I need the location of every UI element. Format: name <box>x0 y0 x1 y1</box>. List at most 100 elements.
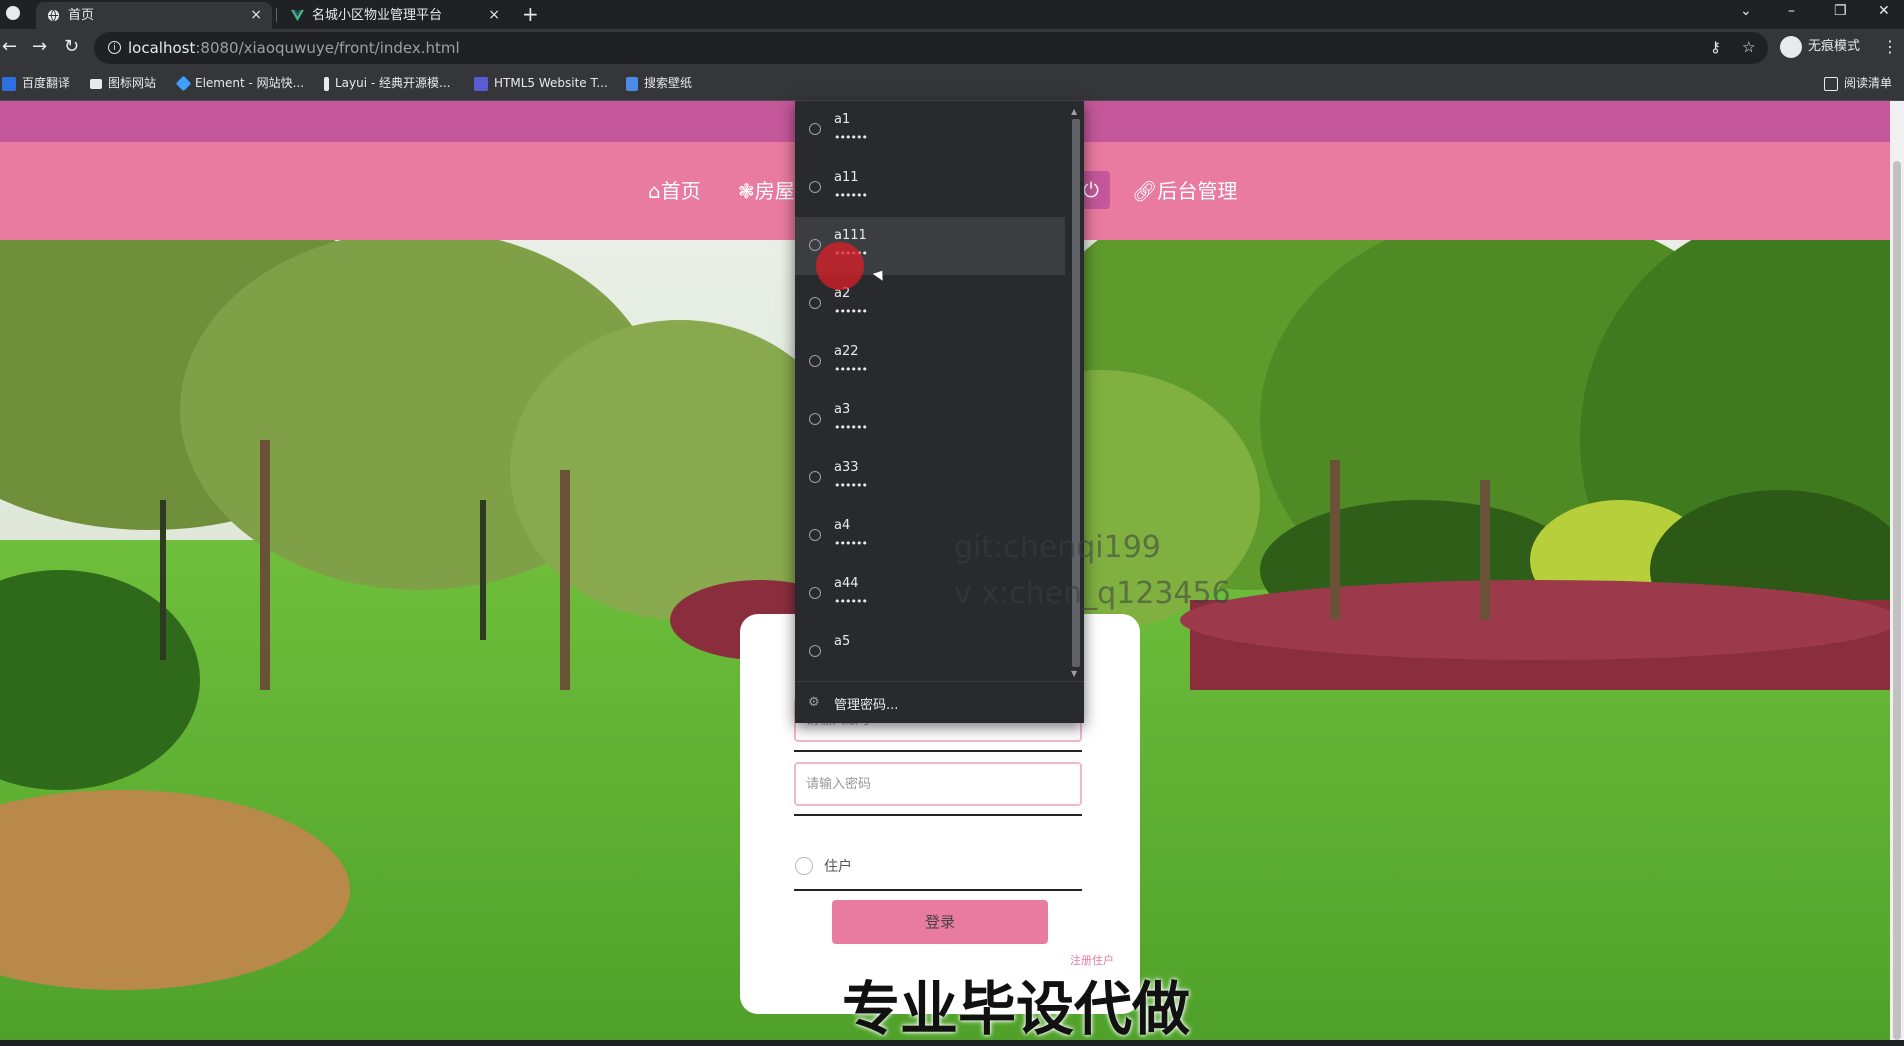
restore-button[interactable]: ❐ <box>1834 0 1847 22</box>
credential-item[interactable]: a11 •••••• <box>795 159 1065 217</box>
role-label[interactable]: 住户 <box>824 856 852 876</box>
tab-search-icon[interactable]: ⌄ <box>1740 0 1752 22</box>
watermark-line-2: v x:chen_q123456 <box>954 576 1231 611</box>
globe-icon <box>809 239 821 251</box>
credential-item[interactable]: a22 •••••• <box>795 333 1065 391</box>
flag-icon <box>90 78 102 89</box>
tab-close-button[interactable]: × <box>250 2 262 29</box>
click-indicator <box>816 242 864 290</box>
bookmark-layui[interactable]: Layui - 经典开源模... <box>324 67 450 100</box>
scroll-up-icon[interactable]: ▲ <box>1071 107 1077 116</box>
bookmark-icon-site[interactable]: 图标网站 <box>90 67 156 100</box>
password-autofill-dropdown: a1•••••• a11•••••• a111•••••• a2•••••• a… <box>795 101 1084 723</box>
globe-icon <box>809 297 821 309</box>
tab-strip: 首页 × 名城小区物业管理平台 × + ⌄ – ❐ ✕ <box>0 0 1904 29</box>
nav-item-house[interactable]: ❃房屋 <box>738 142 795 240</box>
gear-icon: ⚙ <box>808 695 820 710</box>
tab-title: 名城小区物业管理平台 <box>312 8 443 23</box>
credential-username: a4 <box>834 518 851 533</box>
element-logo-icon <box>175 75 192 92</box>
account-underline <box>794 750 1082 752</box>
back-button[interactable]: ← <box>2 37 17 57</box>
credential-username: a33 <box>834 460 859 475</box>
chrome-menu-button[interactable]: ⋮ <box>1882 37 1898 57</box>
tab-platform[interactable]: 名城小区物业管理平台 × <box>280 2 510 29</box>
home-icon: ⌂ <box>648 179 661 203</box>
globe-icon <box>809 181 821 193</box>
tab-divider <box>276 8 277 22</box>
html5-site-icon <box>474 76 488 91</box>
nav-item-admin[interactable]: 🔗︎后台管理 <box>1132 142 1237 240</box>
credential-password: •••••• <box>834 537 868 550</box>
reading-list-button[interactable]: 阅读清单 <box>1824 67 1892 100</box>
credential-username: a111 <box>834 228 867 243</box>
bookmark-element[interactable]: Element - 网站快... <box>175 67 304 100</box>
bookmarks-bar: 百度翻译 图标网站 Element - 网站快... Layui - 经典开源模… <box>0 67 1904 101</box>
credential-password: •••••• <box>834 189 868 202</box>
credential-item[interactable]: a1 •••••• <box>795 101 1065 159</box>
credential-password: •••••• <box>834 305 868 318</box>
tab-title: 首页 <box>68 8 95 23</box>
credential-username: a44 <box>834 576 859 591</box>
close-window-button[interactable]: ✕ <box>1878 0 1890 22</box>
bookmark-baidu-translate[interactable]: 百度翻译 <box>2 67 70 100</box>
credential-password: •••••• <box>834 421 868 434</box>
new-tab-button[interactable]: + <box>522 2 539 26</box>
incognito-indicator[interactable]: 无痕模式 <box>1780 34 1860 60</box>
page-scrollbar[interactable] <box>1890 101 1904 1040</box>
credential-username: a22 <box>834 344 859 359</box>
globe-icon <box>809 413 821 425</box>
link-icon: 🔗︎ <box>1132 179 1158 203</box>
nav-item-home[interactable]: ⌂首页 <box>648 142 701 240</box>
translate-icon <box>2 76 16 91</box>
credential-username: a1 <box>834 112 851 127</box>
tab-close-button[interactable]: × <box>488 2 500 29</box>
manage-passwords-item[interactable]: ⚙ 管理密码... <box>795 681 1084 724</box>
globe-icon <box>809 355 821 367</box>
bookmark-wallpaper[interactable]: 搜索壁纸 <box>626 67 692 100</box>
star-icon[interactable]: ☆ <box>1742 38 1755 56</box>
reading-list-icon <box>1824 76 1838 91</box>
manage-passwords-label: 管理密码... <box>834 698 899 713</box>
incognito-icon <box>1780 35 1802 58</box>
globe-icon <box>809 471 821 483</box>
credential-username: a11 <box>834 170 859 185</box>
browser-toolbar: ← → ↻ i localhost:8080/xiaoquwuye/front/… <box>0 29 1904 67</box>
browser-menu-icon[interactable] <box>6 6 20 20</box>
globe-icon <box>809 123 821 135</box>
key-icon[interactable]: ⚷ <box>1710 38 1721 56</box>
globe-icon <box>47 9 60 22</box>
credential-password: •••••• <box>834 363 868 376</box>
url-text[interactable]: localhost:8080/xiaoquwuye/front/index.ht… <box>128 32 460 64</box>
password-input[interactable] <box>796 764 1080 804</box>
power-icon: ⏻ <box>1083 178 1099 202</box>
credential-username: a3 <box>834 402 851 417</box>
tab-home[interactable]: 首页 × <box>36 2 272 29</box>
layui-logo-icon <box>324 76 329 91</box>
address-bar[interactable]: i localhost:8080/xiaoquwuye/front/index.… <box>94 32 1768 64</box>
credential-item[interactable]: a3 •••••• <box>795 391 1065 449</box>
credential-item[interactable]: a5 <box>795 623 1065 681</box>
watermark-line-1: git:chenqi199 <box>954 530 1161 565</box>
password-field[interactable] <box>794 762 1082 806</box>
scrollbar-thumb[interactable] <box>1893 161 1901 1040</box>
credential-password: •••••• <box>834 595 868 608</box>
forward-button[interactable]: → <box>32 37 47 57</box>
minimize-button[interactable]: – <box>1788 0 1795 22</box>
role-underline <box>794 889 1082 891</box>
globe-icon <box>809 645 821 657</box>
login-button[interactable]: 登录 <box>832 900 1048 944</box>
credential-password: •••••• <box>834 479 868 492</box>
credential-item[interactable]: a33 •••••• <box>795 449 1065 507</box>
globe-icon <box>809 587 821 599</box>
scroll-down-icon[interactable]: ▼ <box>1071 669 1077 678</box>
credential-password: •••••• <box>834 131 868 144</box>
wallpaper-site-icon <box>626 76 638 91</box>
site-info-icon[interactable]: i <box>108 41 121 54</box>
credential-username: a5 <box>834 634 851 649</box>
reload-button[interactable]: ↻ <box>64 37 79 57</box>
vue-logo-icon <box>291 9 304 22</box>
bookmark-html5[interactable]: HTML5 Website T... <box>474 67 608 100</box>
password-underline <box>794 814 1082 816</box>
role-radio-resident[interactable] <box>795 857 813 875</box>
